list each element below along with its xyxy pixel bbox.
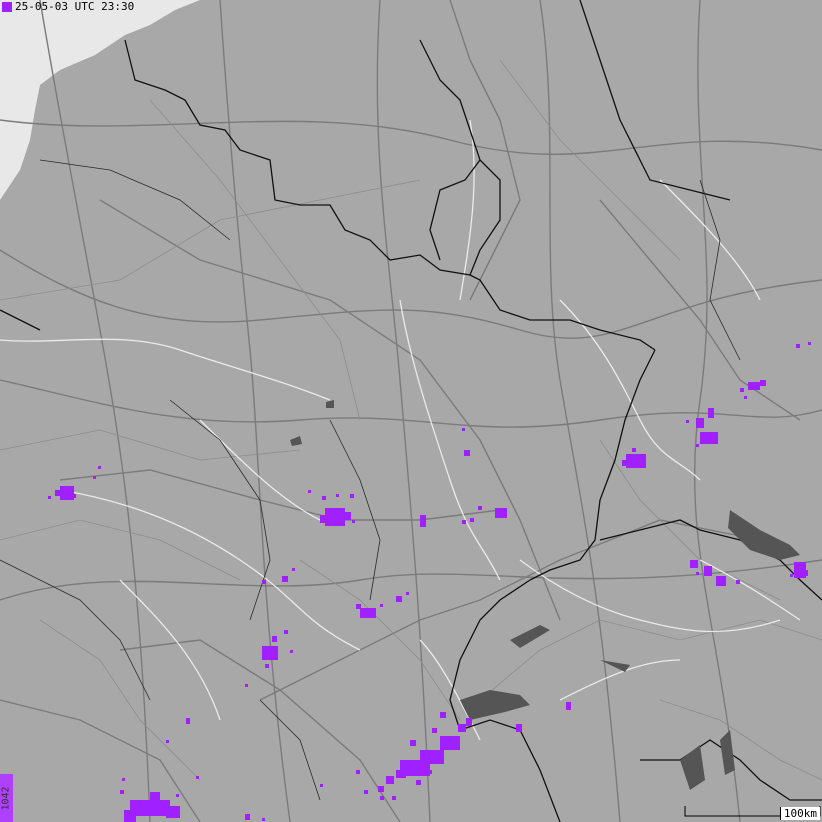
strike-color-swatch <box>2 2 12 12</box>
strike-count-text: 1042 <box>1 785 12 811</box>
timestamp-header: 25-05-03 UTC 23:30 <box>0 0 134 14</box>
scale-label: 100km <box>779 807 820 820</box>
timestamp-text: 25-05-03 UTC 23:30 <box>15 0 135 13</box>
strike-count-badge: 1042 <box>0 774 13 822</box>
map-canvas[interactable] <box>0 0 822 822</box>
